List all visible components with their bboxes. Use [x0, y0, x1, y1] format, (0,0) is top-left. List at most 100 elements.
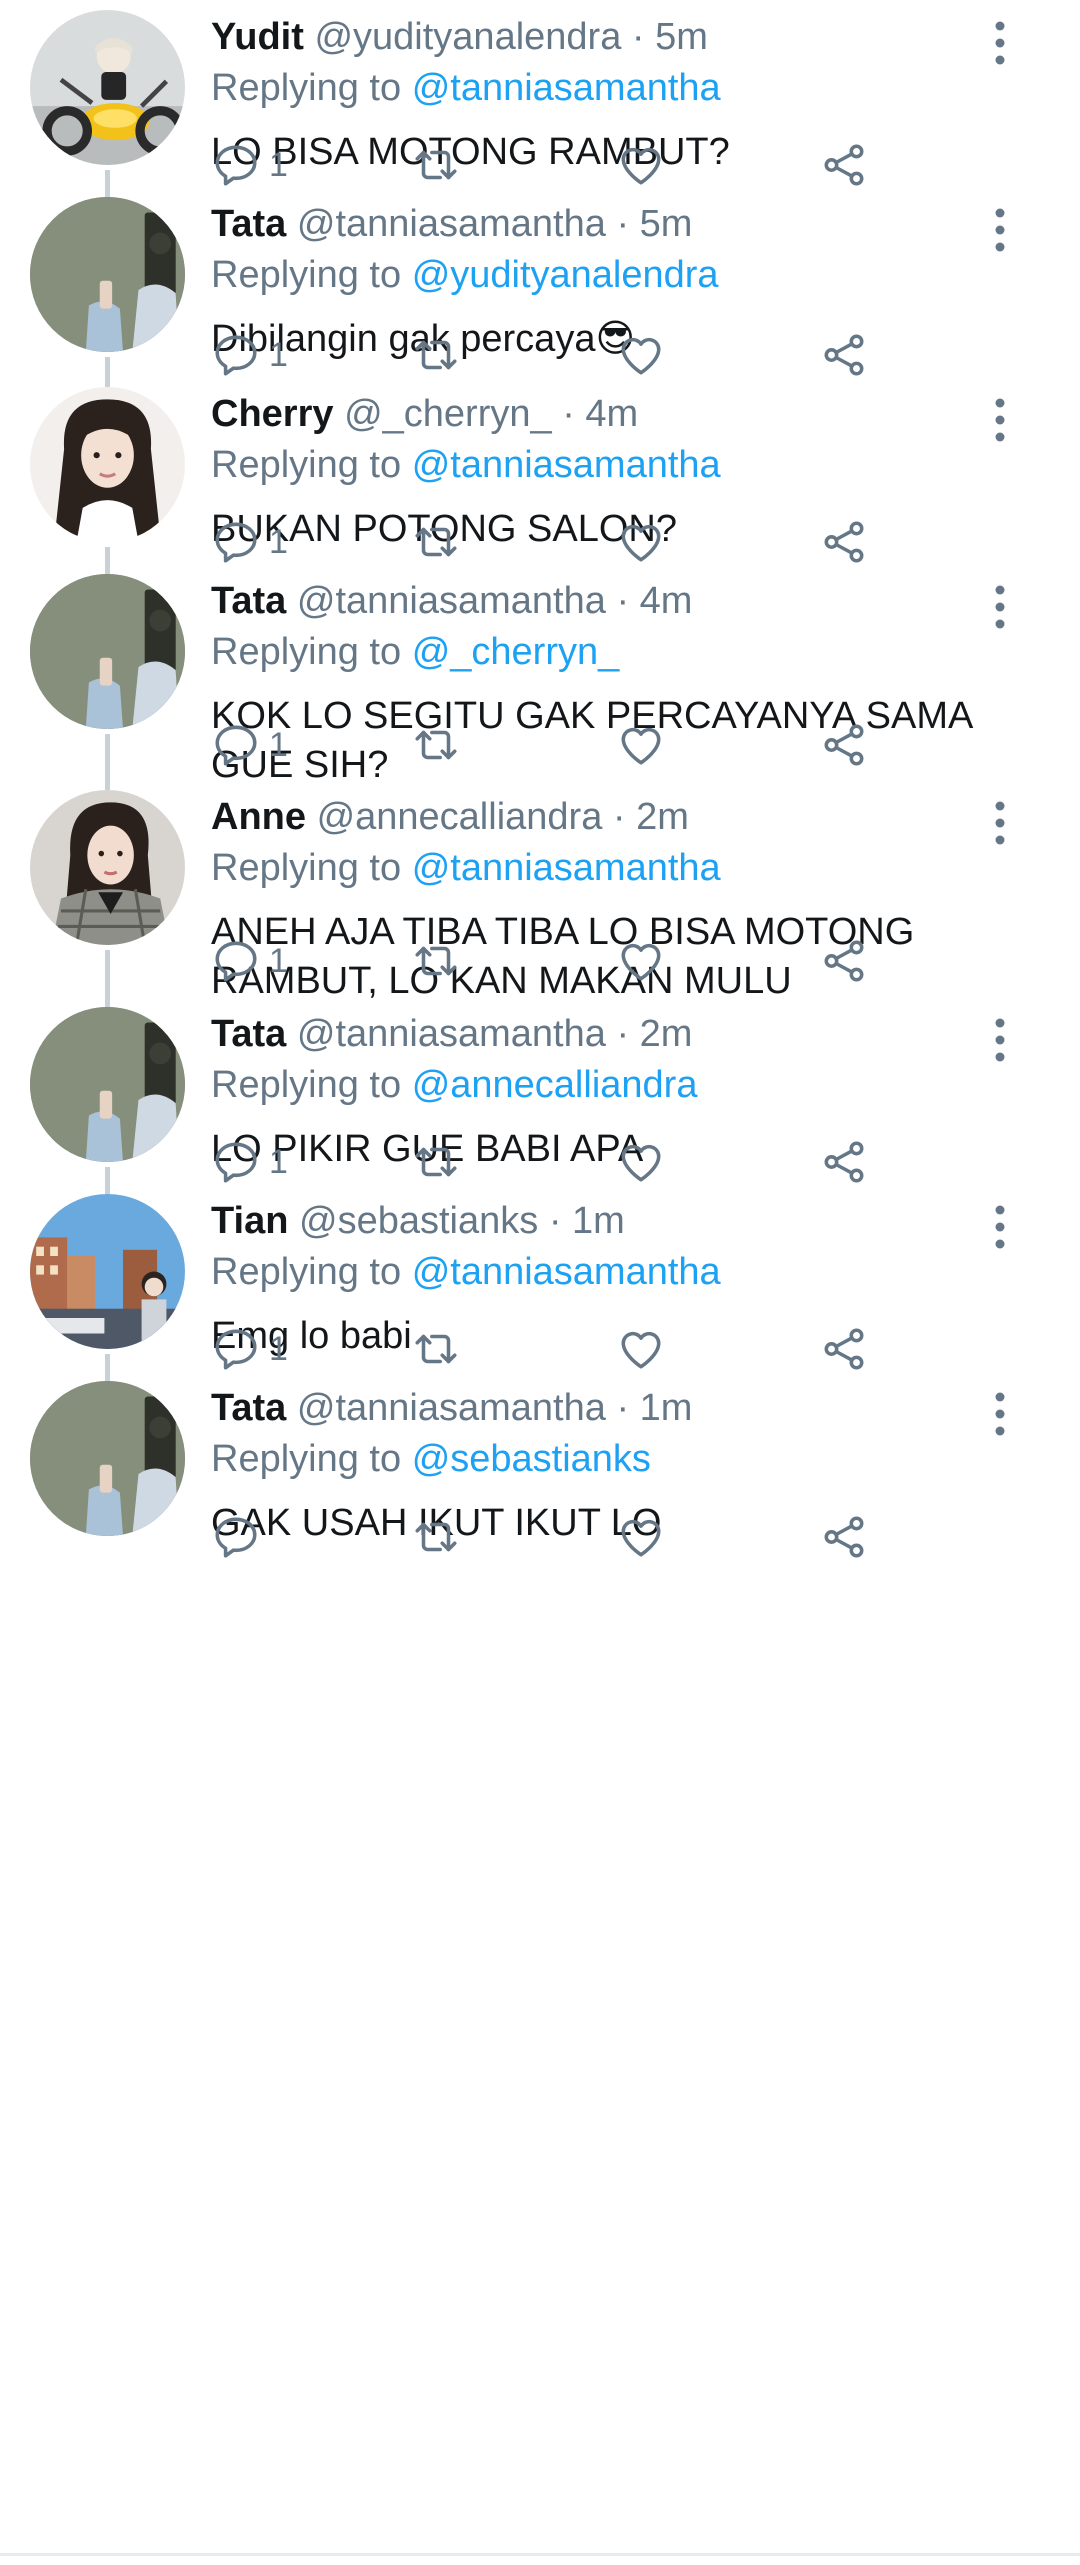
timestamp[interactable]: 2m	[636, 796, 689, 838]
avatar[interactable]	[30, 790, 185, 945]
share-button[interactable]	[819, 1507, 869, 1567]
avatar[interactable]	[30, 1194, 185, 1349]
replying-label: Replying to	[211, 1438, 402, 1480]
share-icon	[819, 1324, 869, 1374]
like-button[interactable]	[616, 1132, 666, 1192]
avatar[interactable]	[30, 387, 185, 542]
retweet-button[interactable]	[411, 1507, 461, 1567]
like-button[interactable]	[616, 931, 666, 991]
reply-button[interactable]: 1	[211, 931, 288, 991]
share-button[interactable]	[819, 715, 869, 775]
more-vertical-icon[interactable]	[985, 1015, 1015, 1065]
reply-mention[interactable]: @tanniasamantha	[412, 67, 721, 109]
share-button[interactable]	[819, 1319, 869, 1379]
reply-count: 1	[269, 725, 288, 764]
like-button[interactable]	[616, 325, 666, 385]
tweet-item[interactable]: Cherry @_cherryn_ · 4m Replying to @tann…	[0, 387, 1080, 574]
more-vertical-icon[interactable]	[985, 1389, 1015, 1439]
reply-button[interactable]: 1	[211, 135, 288, 195]
share-button[interactable]	[819, 1132, 869, 1192]
reply-button[interactable]: 1	[211, 1319, 288, 1379]
tweet-item[interactable]: Tata @tanniasamantha · 1m Replying to @s…	[0, 1381, 1080, 1561]
user-handle[interactable]: @tanniasamantha	[297, 580, 606, 622]
display-name[interactable]: Tata	[211, 580, 286, 622]
user-handle[interactable]: @annecalliandra	[317, 796, 603, 838]
timestamp[interactable]: 5m	[655, 16, 708, 58]
user-handle[interactable]: @tanniasamantha	[297, 1013, 606, 1055]
reply-mention[interactable]: @_cherryn_	[412, 631, 620, 673]
retweet-button[interactable]	[411, 1132, 461, 1192]
user-handle[interactable]: @yudityanalendra	[314, 16, 621, 58]
timestamp[interactable]: 4m	[640, 580, 693, 622]
reply-mention[interactable]: @tanniasamantha	[412, 444, 721, 486]
reply-mention[interactable]: @annecalliandra	[412, 1064, 698, 1106]
timestamp[interactable]: 2m	[640, 1013, 693, 1055]
share-button[interactable]	[819, 512, 869, 572]
more-vertical-icon[interactable]	[985, 798, 1015, 848]
timestamp[interactable]: 1m	[640, 1387, 693, 1429]
retweet-button[interactable]	[411, 325, 461, 385]
display-name[interactable]: Cherry	[211, 393, 334, 435]
reply-icon	[211, 1137, 261, 1187]
like-button[interactable]	[616, 135, 666, 195]
reply-icon	[211, 720, 261, 770]
display-name[interactable]: Yudit	[211, 16, 304, 58]
reply-button[interactable]: 1	[211, 1132, 288, 1192]
reply-button[interactable]	[211, 1507, 261, 1567]
tweet-item[interactable]: Tata @tanniasamantha · 2m Replying to @a…	[0, 1007, 1080, 1194]
share-button[interactable]	[819, 931, 869, 991]
display-name[interactable]: Tata	[211, 1387, 286, 1429]
share-button[interactable]	[819, 135, 869, 195]
reply-button[interactable]: 1	[211, 512, 288, 572]
reply-button[interactable]: 1	[211, 325, 288, 385]
reply-mention[interactable]: @yudityanalendra	[412, 254, 719, 296]
like-icon	[616, 936, 666, 986]
like-icon	[616, 1324, 666, 1374]
thread-line	[105, 547, 110, 574]
display-name[interactable]: Tata	[211, 1013, 286, 1055]
reply-mention[interactable]: @tanniasamantha	[412, 1251, 721, 1293]
retweet-button[interactable]	[411, 715, 461, 775]
more-vertical-icon[interactable]	[985, 205, 1015, 255]
display-name[interactable]: Tian	[211, 1200, 288, 1242]
user-handle[interactable]: @tanniasamantha	[297, 203, 606, 245]
more-vertical-icon[interactable]	[985, 582, 1015, 632]
user-handle[interactable]: @tanniasamantha	[297, 1387, 606, 1429]
like-button[interactable]	[616, 1319, 666, 1379]
avatar[interactable]	[30, 197, 185, 352]
reply-mention[interactable]: @tanniasamantha	[412, 847, 721, 889]
avatar[interactable]	[30, 10, 185, 165]
timestamp[interactable]: 5m	[640, 203, 693, 245]
tweet-item[interactable]: Tata @tanniasamantha · 5m Replying to @y…	[0, 197, 1080, 387]
tweet-header: Tian @sebastianks · 1m	[211, 1198, 625, 1244]
retweet-icon	[411, 1137, 461, 1187]
tweet-item[interactable]: Anne @annecalliandra · 2m Replying to @t…	[0, 790, 1080, 1007]
tweet-item[interactable]: Tata @tanniasamantha · 4m Replying to @_…	[0, 574, 1080, 790]
user-handle[interactable]: @_cherryn_	[344, 393, 552, 435]
timestamp[interactable]: 1m	[572, 1200, 625, 1242]
retweet-button[interactable]	[411, 931, 461, 991]
share-icon	[819, 936, 869, 986]
display-name[interactable]: Tata	[211, 203, 286, 245]
display-name[interactable]: Anne	[211, 796, 306, 838]
reply-button[interactable]: 1	[211, 715, 288, 775]
timestamp[interactable]: 4m	[585, 393, 638, 435]
tweet-item[interactable]: Tian @sebastianks · 1m Replying to @tann…	[0, 1194, 1080, 1381]
like-button[interactable]	[616, 512, 666, 572]
retweet-button[interactable]	[411, 512, 461, 572]
like-button[interactable]	[616, 1507, 666, 1567]
share-button[interactable]	[819, 325, 869, 385]
avatar[interactable]	[30, 1381, 185, 1536]
more-vertical-icon[interactable]	[985, 395, 1015, 445]
share-icon	[819, 720, 869, 770]
retweet-button[interactable]	[411, 135, 461, 195]
user-handle[interactable]: @sebastianks	[299, 1200, 538, 1242]
avatar[interactable]	[30, 1007, 185, 1162]
reply-mention[interactable]: @sebastianks	[412, 1438, 651, 1480]
tweet-item[interactable]: Yudit @yudityanalendra · 5m Replying to …	[0, 10, 1080, 197]
avatar[interactable]	[30, 574, 185, 729]
more-vertical-icon[interactable]	[985, 18, 1015, 68]
like-button[interactable]	[616, 715, 666, 775]
more-vertical-icon[interactable]	[985, 1202, 1015, 1252]
retweet-button[interactable]	[411, 1319, 461, 1379]
